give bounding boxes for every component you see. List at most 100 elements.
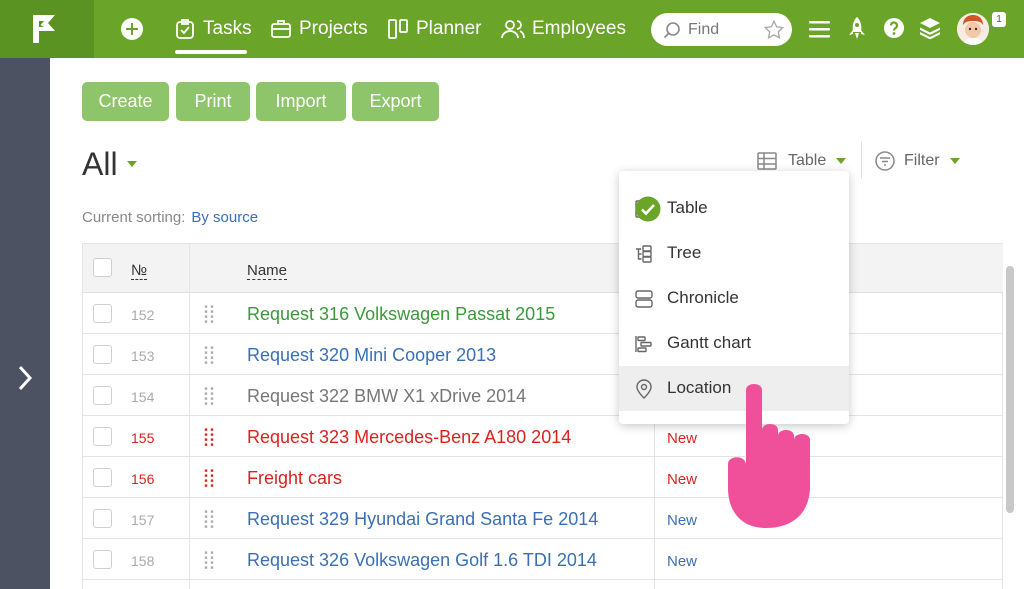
task-name-link[interactable]: Request 323 Mercedes-Benz A180 2014 — [247, 427, 571, 448]
menu-icon[interactable] — [809, 20, 831, 38]
row-number: 153 — [131, 348, 155, 364]
table-scrollbar[interactable] — [1006, 266, 1014, 513]
task-status: New — [667, 471, 698, 488]
rocket-icon[interactable] — [848, 17, 866, 41]
view-title[interactable]: All — [82, 146, 118, 183]
export-button[interactable]: Export — [352, 82, 439, 121]
flag-logo-icon — [33, 15, 55, 43]
chevron-right-icon[interactable] — [15, 364, 35, 392]
row-checkbox[interactable] — [93, 386, 112, 405]
select-all-checkbox[interactable] — [93, 258, 112, 277]
row-number: 152 — [131, 307, 155, 323]
task-name-link[interactable]: Request 316 Volkswagen Passat 2015 — [247, 304, 555, 325]
task-table: № Name 152 Request 316 Volkswagen Passat … — [82, 243, 1003, 589]
row-number: 155 — [131, 430, 155, 446]
view-menu-item-tree[interactable]: Tree — [619, 231, 849, 276]
import-button[interactable]: Import — [256, 82, 346, 121]
task-name-link[interactable]: Freight cars — [247, 468, 342, 489]
view-menu-item-gantt[interactable]: Gantt chart — [619, 321, 849, 366]
avatar[interactable] — [957, 13, 989, 45]
nav-planner[interactable]: Planner — [387, 17, 482, 41]
top-bar: Tasks Projects Planner Employees Find 1 — [0, 0, 1024, 58]
view-title-caret-icon[interactable] — [127, 161, 137, 167]
row-checkbox[interactable] — [93, 427, 112, 446]
briefcase-icon — [271, 20, 291, 38]
nav-employees-label: Employees — [532, 18, 626, 39]
table-row[interactable]: 156 Freight cars New — [83, 457, 1003, 498]
search-icon — [663, 22, 680, 39]
check-circle-icon — [635, 196, 661, 222]
filter-label: Filter — [904, 152, 940, 169]
logo-arrow — [78, 0, 94, 58]
row-number: 156 — [131, 471, 155, 487]
drag-handle-icon[interactable] — [204, 387, 214, 405]
view-menu-label: Tree — [667, 243, 702, 262]
table-row[interactable]: 153 Request 320 Mini Cooper 2013 — [83, 334, 1003, 375]
table-icon — [757, 152, 777, 170]
table-row[interactable]: 158 Request 326 Volkswagen Golf 1.6 TDI 2… — [83, 539, 1003, 580]
planner-columns-icon — [388, 19, 408, 39]
nav-projects-label: Projects — [299, 18, 368, 39]
nav-planner-label: Planner — [416, 18, 482, 39]
column-header-name[interactable]: Name — [247, 262, 288, 280]
filter-button[interactable]: Filter — [875, 150, 960, 172]
column-header-number[interactable]: № — [131, 262, 148, 280]
row-checkbox[interactable] — [93, 468, 112, 487]
sorting-label: Current sorting: — [82, 209, 186, 226]
drag-handle-icon[interactable] — [204, 305, 214, 323]
sorting-link[interactable]: By source — [191, 209, 258, 226]
view-switch-label: Table — [788, 152, 827, 169]
add-button[interactable] — [121, 18, 143, 40]
view-menu-label: Table — [667, 198, 708, 217]
row-checkbox[interactable] — [93, 345, 112, 364]
task-status: New — [667, 430, 698, 447]
nav-tasks-label: Tasks — [203, 18, 252, 39]
task-status: New — [667, 512, 698, 529]
task-name-link[interactable]: Request 320 Mini Cooper 2013 — [247, 345, 496, 366]
table-row[interactable]: 154 Request 322 BMW X1 xDrive 2014 — [83, 375, 1003, 416]
filter-icon — [875, 151, 895, 171]
clipboard-check-icon — [176, 19, 194, 39]
drag-handle-icon[interactable] — [204, 510, 214, 528]
create-button[interactable]: Create — [82, 82, 169, 121]
table-row[interactable]: 152 Request 316 Volkswagen Passat 2015 — [83, 293, 1003, 334]
drag-handle-icon[interactable] — [204, 551, 214, 569]
row-number: 154 — [131, 389, 155, 405]
pointer-hand-icon — [728, 384, 810, 528]
row-number: 157 — [131, 512, 155, 528]
star-icon[interactable] — [763, 19, 785, 41]
view-menu-item-chronicle[interactable]: Chronicle — [619, 276, 849, 321]
location-pin-icon — [636, 378, 652, 399]
drag-handle-icon[interactable] — [204, 428, 214, 446]
view-menu-label: Chronicle — [667, 288, 739, 307]
task-name-link[interactable]: Request 326 Volkswagen Golf 1.6 TDI 2014 — [247, 550, 597, 571]
row-checkbox[interactable] — [93, 509, 112, 528]
active-tab-indicator — [175, 50, 247, 54]
notification-badge[interactable]: 1 — [992, 12, 1006, 27]
task-name-link[interactable]: Request 322 BMW X1 xDrive 2014 — [247, 386, 526, 407]
table-row[interactable]: 155 Request 323 Mercedes-Benz A180 2014 Ne… — [83, 416, 1003, 457]
print-button[interactable]: Print — [176, 82, 250, 121]
layers-icon[interactable] — [919, 17, 941, 39]
task-status: New — [667, 553, 698, 570]
view-menu-label: Gantt chart — [667, 333, 752, 352]
task-name-link[interactable]: Request 329 Hyundai Grand Santa Fe 2014 — [247, 509, 598, 530]
view-switch[interactable]: Table — [757, 150, 847, 172]
gantt-icon — [635, 335, 652, 352]
search-box[interactable]: Find — [651, 13, 792, 46]
tree-icon — [636, 244, 652, 263]
nav-tasks[interactable]: Tasks — [174, 17, 252, 41]
nav-projects[interactable]: Projects — [270, 17, 368, 41]
row-number: 158 — [131, 553, 155, 569]
row-checkbox[interactable] — [93, 304, 112, 323]
help-icon[interactable] — [883, 17, 905, 39]
table-row[interactable]: 157 Request 329 Hyundai Grand Santa Fe 20… — [83, 498, 1003, 539]
row-checkbox[interactable] — [93, 550, 112, 569]
drag-handle-icon[interactable] — [204, 346, 214, 364]
nav-employees[interactable]: Employees — [501, 17, 626, 41]
filter-caret-icon — [949, 158, 960, 164]
view-menu-item-table[interactable]: Table — [619, 186, 849, 231]
toolbar-divider — [861, 142, 862, 178]
drag-handle-icon[interactable] — [204, 469, 214, 487]
view-switch-caret-icon — [836, 158, 847, 164]
